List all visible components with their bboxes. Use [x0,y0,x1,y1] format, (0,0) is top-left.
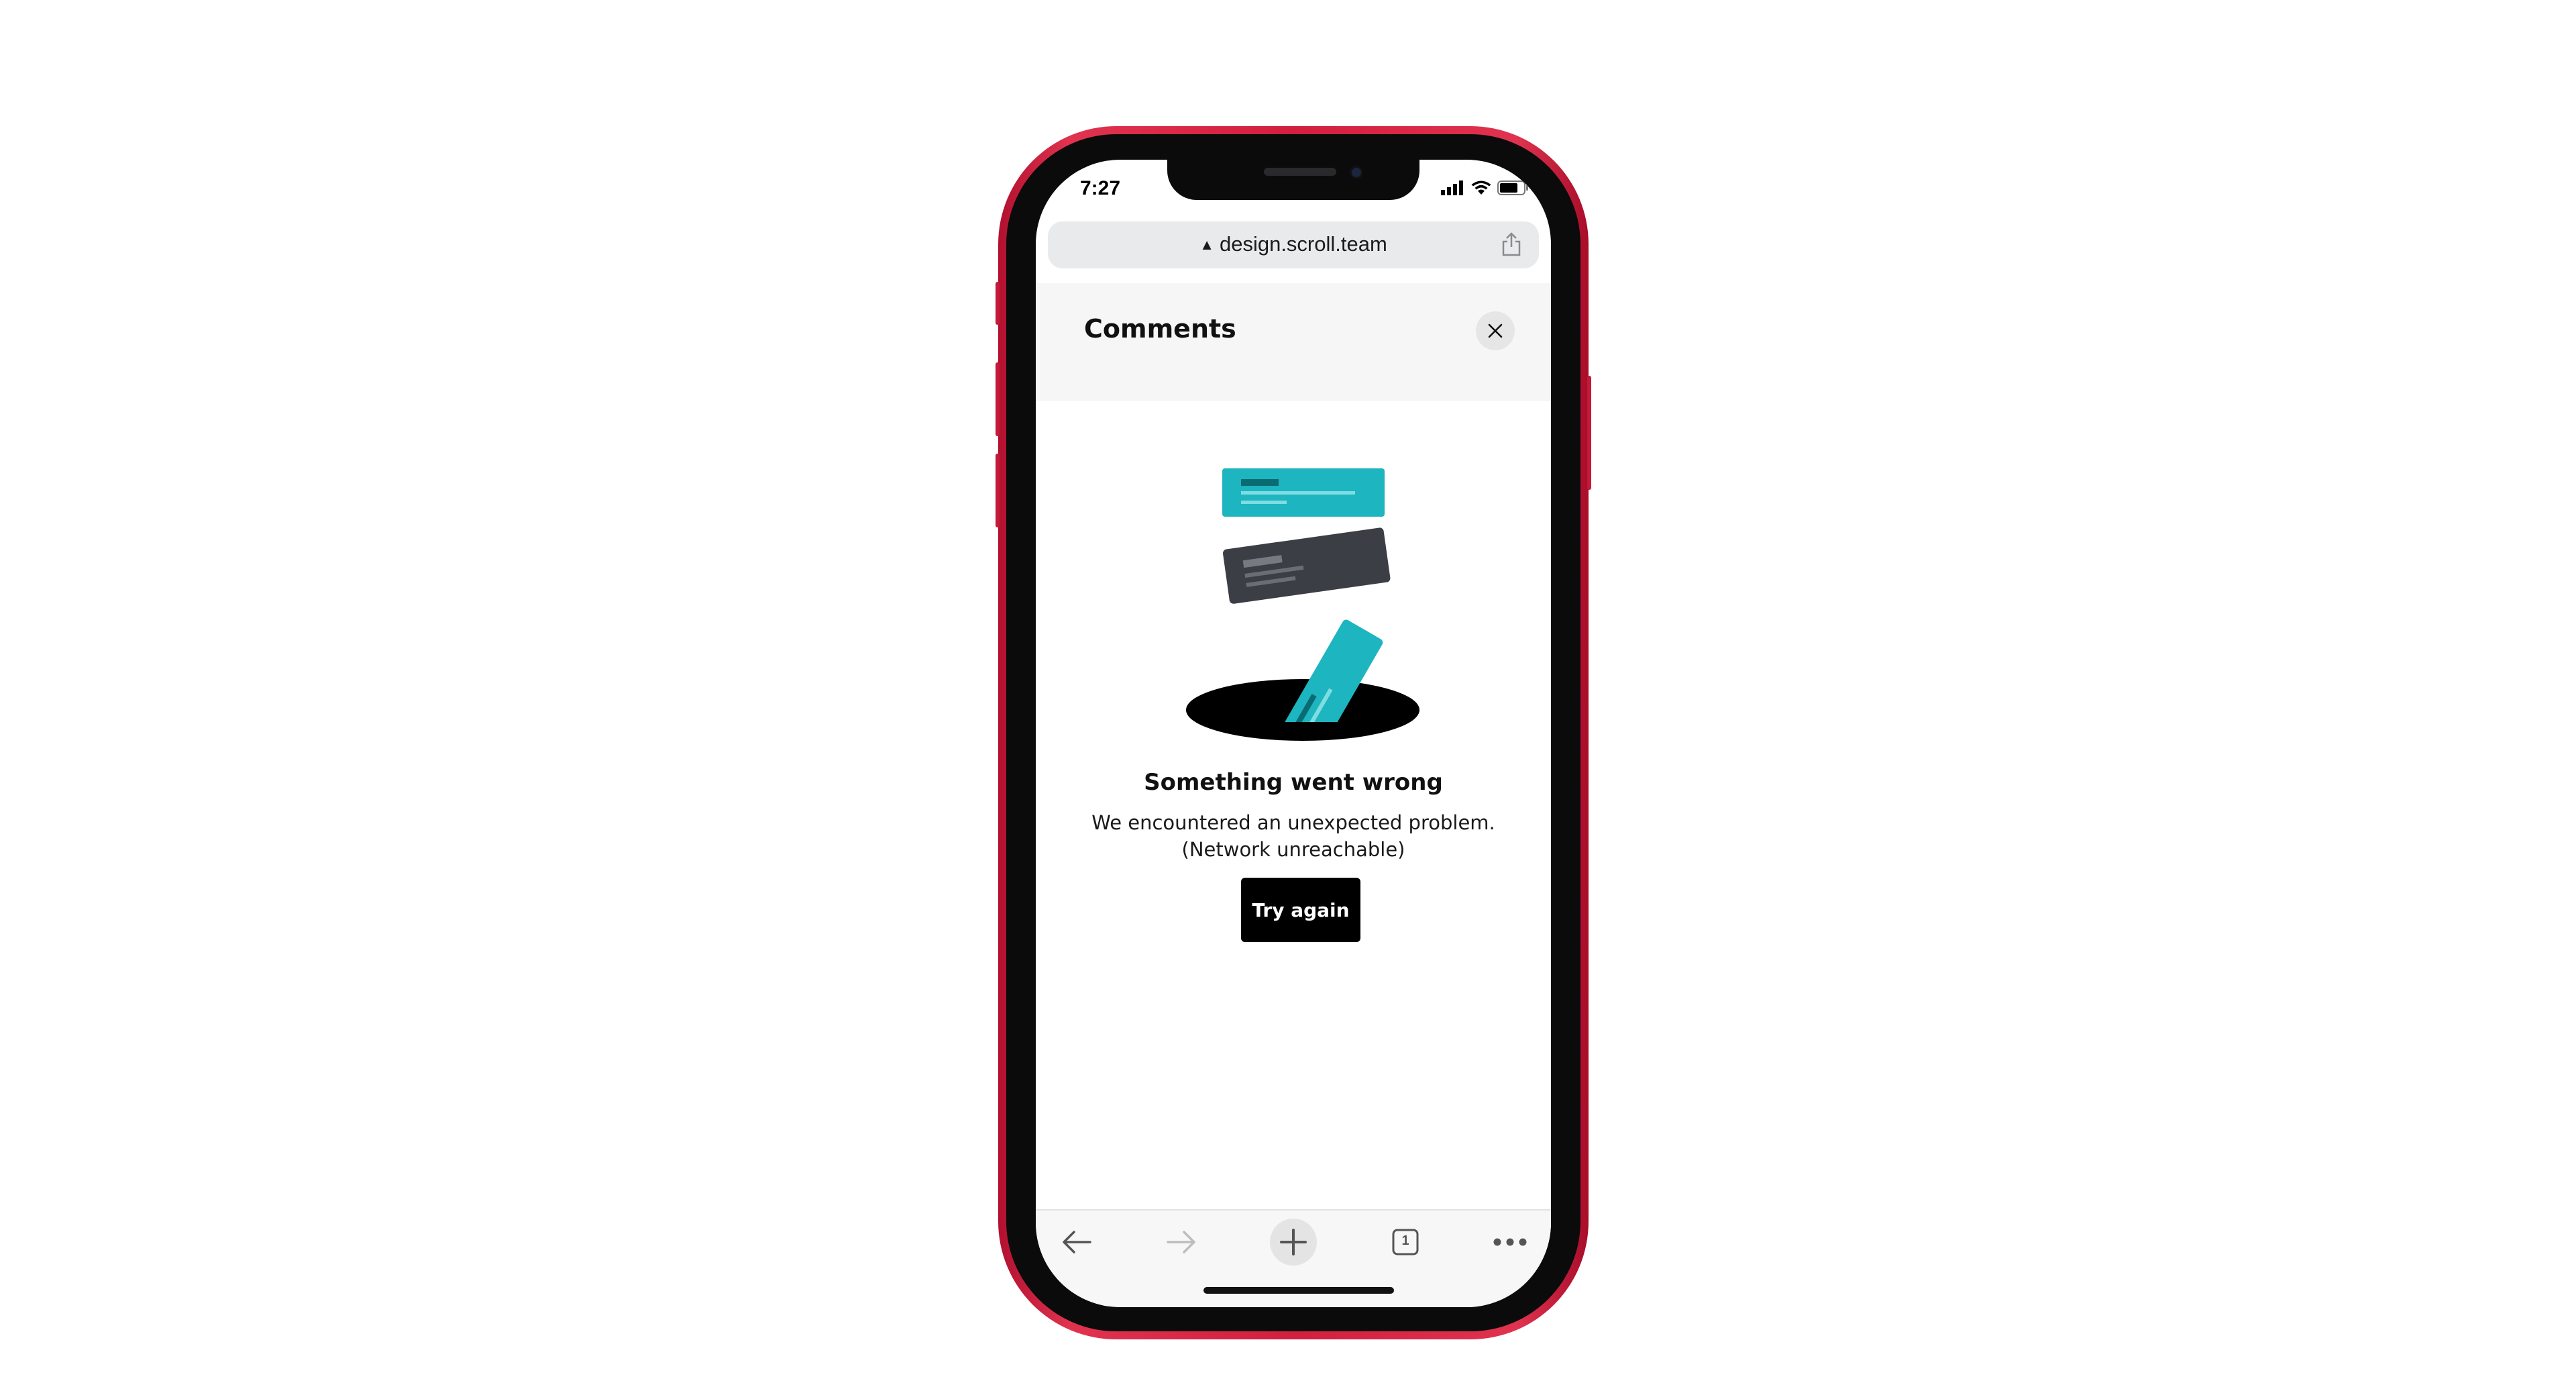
close-icon [1488,323,1503,338]
forward-arrow-icon [1167,1231,1195,1253]
silent-switch [996,282,1000,325]
home-indicator[interactable] [1203,1287,1394,1294]
front-camera [1350,166,1363,179]
error-message-line2: (Network unreachable) [1181,838,1405,861]
error-message-line1: We encountered an unexpected problem. [1091,811,1495,834]
tabs-count: 1 [1401,1233,1409,1248]
volume-down-button [996,454,1000,527]
site-icon: ▲ [1199,236,1214,253]
volume-up-button [996,362,1000,436]
url-text: design.scroll.team [1219,232,1387,256]
error-illustration [1186,468,1419,741]
back-button[interactable] [1053,1219,1100,1266]
dark-card [1222,527,1391,604]
speaker [1264,168,1336,176]
address-bar[interactable]: ▲ design.scroll.team [1048,221,1539,268]
new-tab-button[interactable] [1270,1219,1317,1266]
panel-title: Comments [1084,314,1236,344]
error-message: We encountered an unexpected problem. (N… [1036,809,1551,863]
battery-icon [1497,181,1528,195]
signal-icon [1441,181,1463,195]
back-arrow-icon [1063,1231,1091,1253]
wifi-icon [1471,181,1491,195]
error-title: Something went wrong [1144,769,1443,796]
comments-header: Comments [1036,283,1551,401]
forward-button[interactable] [1158,1219,1205,1266]
status-time: 7:27 [1080,177,1121,199]
close-button[interactable] [1476,311,1515,350]
tabs-button[interactable]: 1 [1382,1219,1429,1266]
status-icons [1441,180,1529,196]
notch [1167,160,1419,200]
phone-screen: 7:27 ▲ design.scroll.team Comments Somet… [1036,160,1551,1307]
url-display[interactable]: ▲ design.scroll.team [1048,232,1539,256]
more-icon [1493,1238,1527,1246]
new-tab-plus-icon [1280,1229,1307,1255]
power-button [1587,376,1591,490]
try-again-button[interactable]: Try again [1241,878,1360,942]
more-button[interactable] [1487,1219,1534,1266]
stage: 7:27 ▲ design.scroll.team Comments Somet… [0,0,2576,1385]
share-icon[interactable] [1500,231,1523,258]
